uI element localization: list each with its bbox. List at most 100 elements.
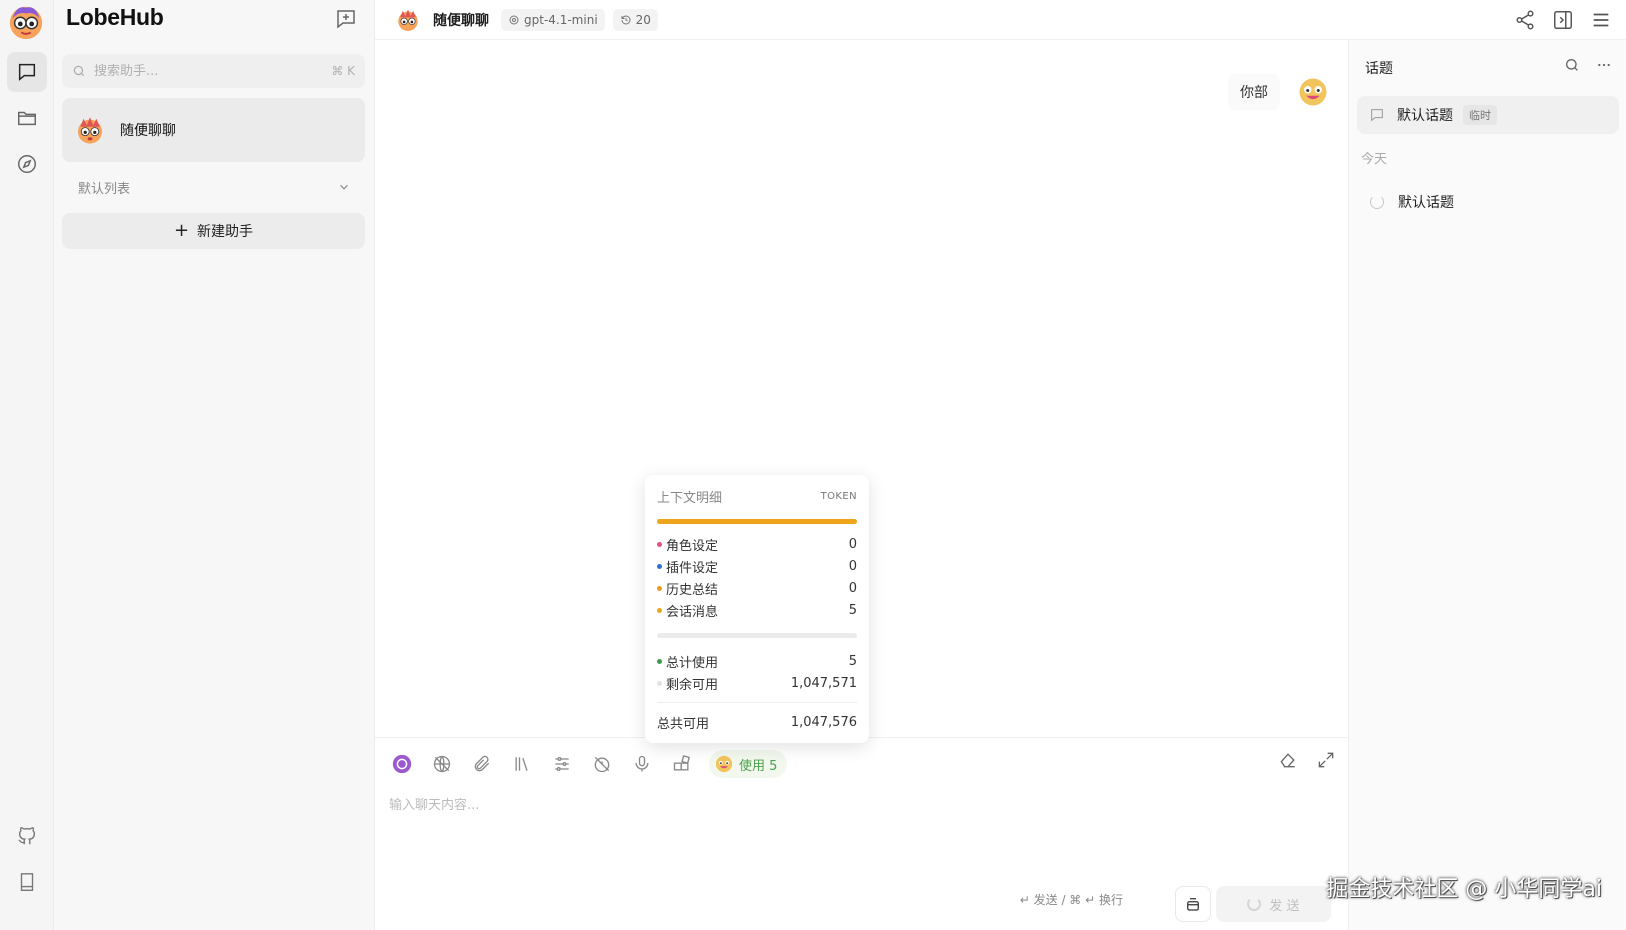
token-row-label: 总计使用 bbox=[657, 652, 718, 671]
token-row-text: 插件设定 bbox=[666, 560, 719, 576]
share-icon[interactable] bbox=[1514, 9, 1536, 31]
voice-button[interactable] bbox=[629, 751, 655, 777]
token-row: 插件设定 0 bbox=[657, 555, 857, 577]
search-box[interactable]: ⌘ K bbox=[62, 54, 365, 88]
topic-label: 默认话题 bbox=[1397, 108, 1453, 124]
lobehub-logo[interactable] bbox=[7, 3, 45, 41]
token-row-text: 总计使用 bbox=[666, 655, 719, 671]
web-search-button[interactable] bbox=[429, 751, 455, 777]
user-avatar[interactable] bbox=[1298, 77, 1328, 107]
clear-context-button[interactable] bbox=[1175, 886, 1211, 922]
send-label: 发 送 bbox=[1269, 898, 1300, 914]
files-nav-button[interactable] bbox=[7, 98, 47, 138]
knowledge-button[interactable] bbox=[509, 751, 535, 777]
new-chat-icon[interactable] bbox=[334, 7, 358, 31]
expand-icon[interactable] bbox=[1316, 750, 1336, 770]
popover-title: 上下文明细 bbox=[657, 491, 723, 506]
session-name: 随便聊聊 bbox=[120, 123, 176, 139]
history-count: 20 bbox=[635, 12, 651, 27]
context-bar bbox=[657, 519, 857, 524]
more-icon[interactable] bbox=[1596, 57, 1612, 73]
eraser-icon[interactable] bbox=[1278, 750, 1298, 770]
temp-badge: 临时 bbox=[1463, 105, 1497, 125]
params-button[interactable] bbox=[549, 751, 575, 777]
legend-dot-icon bbox=[657, 563, 662, 569]
plus-icon: + bbox=[173, 220, 190, 241]
usage-emoji-icon bbox=[715, 755, 733, 773]
toggle-panel-icon[interactable] bbox=[1552, 9, 1574, 31]
chat-nav-button[interactable] bbox=[7, 52, 47, 92]
paperclip-icon bbox=[474, 755, 490, 772]
usage-label: 使用 5 bbox=[739, 758, 778, 774]
book-icon bbox=[20, 873, 34, 891]
nav-rail bbox=[0, 0, 54, 930]
session-item[interactable]: 随便聊聊 bbox=[62, 98, 365, 162]
send-button[interactable]: 发 送 bbox=[1216, 886, 1331, 922]
model-name: gpt-4.1-mini bbox=[524, 12, 598, 27]
folder-icon bbox=[18, 111, 36, 126]
search-input[interactable] bbox=[94, 63, 332, 79]
token-row-text: 会话消息 bbox=[666, 604, 719, 620]
popover-header: 上下文明细 TOKEN bbox=[657, 487, 857, 506]
session-avatar bbox=[78, 117, 102, 144]
token-row-text: 剩余可用 bbox=[666, 677, 719, 693]
sliders-icon bbox=[555, 757, 569, 771]
token-row-label: 会话消息 bbox=[657, 601, 718, 620]
search-icon[interactable] bbox=[1564, 57, 1580, 73]
session-sidebar: LobeHub ⌘ K 随便聊聊 默认列表 + 新建助手 bbox=[54, 0, 375, 930]
chevron-down-icon bbox=[340, 184, 348, 190]
chat-title: 随便聊聊 bbox=[433, 12, 489, 29]
model-tag[interactable]: gpt-4.1-mini bbox=[501, 8, 605, 31]
clear-icon bbox=[1187, 898, 1199, 911]
github-icon bbox=[18, 827, 36, 845]
timer-off-icon bbox=[594, 756, 610, 773]
history-icon bbox=[621, 14, 631, 24]
topic-item[interactable]: 默认话题 bbox=[1357, 184, 1619, 220]
new-assistant-button[interactable]: + 新建助手 bbox=[62, 213, 365, 249]
compass-icon bbox=[18, 155, 36, 173]
chat-header: 随便聊聊 gpt-4.1-mini 20 bbox=[375, 0, 1626, 40]
search-icon bbox=[73, 65, 85, 77]
openai-icon bbox=[392, 754, 412, 774]
token-row-value: 0 bbox=[848, 536, 857, 552]
topic-date-group: 今天 bbox=[1361, 152, 1388, 167]
header-avatar[interactable] bbox=[395, 7, 421, 33]
token-row-text: 角色设定 bbox=[666, 538, 719, 554]
token-breakdown-list: 角色设定 0 插件设定 0 历史总结 0 会话消息 5 bbox=[657, 533, 857, 621]
legend-dot-icon bbox=[657, 585, 662, 591]
legend-dot-icon bbox=[657, 541, 662, 547]
legend-dot-icon bbox=[657, 680, 662, 686]
token-usage-list: 总计使用 5 剩余可用 1,047,571 bbox=[657, 650, 857, 694]
token-row-label: 剩余可用 bbox=[657, 674, 718, 693]
plugins-button[interactable] bbox=[669, 751, 695, 777]
discover-nav-button[interactable] bbox=[7, 144, 47, 184]
composer-toolbar: 使用 5 bbox=[389, 750, 788, 778]
composer-toolbar-right bbox=[1278, 750, 1336, 770]
total-value: 1,047,576 bbox=[790, 714, 857, 730]
watermark: 掘金技术社区 @ 小华同学ai bbox=[1326, 877, 1602, 902]
history-tag[interactable]: 20 bbox=[612, 8, 658, 31]
globe-off-icon bbox=[433, 755, 451, 773]
token-row: 剩余可用 1,047,571 bbox=[657, 672, 857, 694]
legend-dot-icon bbox=[657, 658, 662, 664]
github-button[interactable] bbox=[7, 816, 47, 856]
legend-dot-icon bbox=[657, 607, 662, 613]
topics-panel: 话题 默认话题 临时 今天 默认话题 bbox=[1348, 40, 1626, 930]
blocks-icon bbox=[673, 755, 691, 771]
history-limit-button[interactable] bbox=[589, 751, 615, 777]
token-row-value: 5 bbox=[848, 602, 857, 618]
token-detail-popover: 上下文明细 TOKEN 角色设定 0 插件设定 0 历史总结 0 会话消息 5 总计使用 5 剩余… bbox=[645, 475, 869, 743]
chat-input[interactable] bbox=[389, 794, 1289, 874]
topic-item-default-active[interactable]: 默认话题 临时 bbox=[1357, 96, 1619, 134]
model-switch-button[interactable] bbox=[389, 751, 415, 777]
loading-spinner-icon bbox=[1247, 897, 1262, 911]
attach-button[interactable] bbox=[469, 751, 495, 777]
menu-icon[interactable] bbox=[1590, 9, 1612, 31]
token-usage-pill[interactable]: 使用 5 bbox=[709, 750, 788, 778]
docs-button[interactable] bbox=[7, 862, 47, 902]
header-actions bbox=[1514, 0, 1612, 40]
usage-bar bbox=[657, 633, 857, 638]
session-group-default[interactable]: 默认列表 bbox=[62, 172, 365, 202]
token-row: 总计使用 5 bbox=[657, 650, 857, 672]
token-row: 会话消息 5 bbox=[657, 599, 857, 621]
